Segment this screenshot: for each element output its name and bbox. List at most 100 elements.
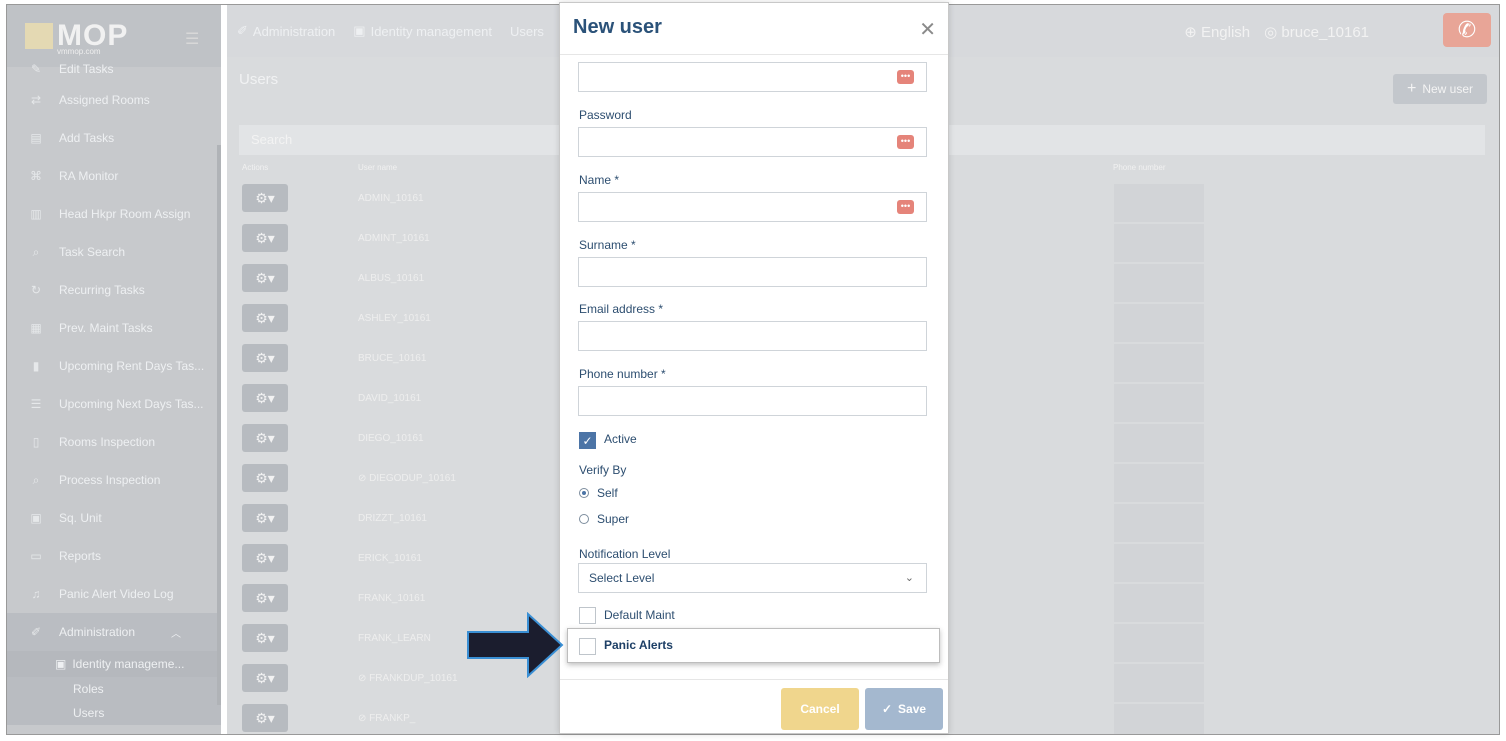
sidebar-item-users[interactable]: Users (7, 701, 221, 725)
panic-alerts-row[interactable]: Panic Alerts (567, 628, 940, 663)
gear-icon[interactable]: ⚙▾ (242, 344, 288, 372)
gear-icon[interactable]: ⚙▾ (242, 504, 288, 532)
sidebar-item-task-search[interactable]: ⌕ Task Search (7, 233, 221, 271)
phone-icon: ✆ (1457, 17, 1477, 42)
phone-label: Phone number * (579, 367, 666, 381)
user-menu[interactable]: ◎ bruce_10161 (1264, 23, 1369, 41)
sidebar-item-rooms-inspection[interactable]: ▯ Rooms Inspection (7, 423, 221, 461)
ban-icon: ⊘ (358, 713, 367, 724)
verify-super-radio[interactable] (579, 514, 589, 524)
phone-cell (1114, 544, 1204, 582)
name-field[interactable]: ••• (578, 192, 927, 222)
email-field[interactable] (578, 321, 927, 351)
breadcrumb-users[interactable]: Users (510, 24, 544, 39)
gear-icon[interactable]: ⚙▾ (242, 624, 288, 652)
sidebar-item-sq-unit[interactable]: ▣ Sq. Unit (7, 499, 221, 537)
sidebar-item-panic-video[interactable]: ♫ Panic Alert Video Log (7, 575, 221, 613)
sidebar-item-edit-tasks[interactable]: ✎ Edit Tasks (7, 57, 221, 81)
user-icon: ◎ (1264, 24, 1278, 41)
username-field[interactable]: ••• (578, 62, 927, 92)
gear-icon[interactable]: ⚙▾ (242, 264, 288, 292)
active-label: Active (604, 432, 637, 446)
sidebar-item-add-tasks[interactable]: ▤ Add Tasks (7, 119, 221, 157)
gear-icon[interactable]: ⚙▾ (242, 384, 288, 412)
breadcrumb-administration[interactable]: ✐ Administration (237, 23, 335, 39)
username-cell: ERICK_10161 (358, 553, 422, 564)
search-icon: ⌕ (32, 472, 40, 487)
grid-icon: ▣ (30, 511, 42, 525)
phone-cell (1114, 624, 1204, 662)
breadcrumb-identity[interactable]: ▣ Identity management (353, 23, 492, 39)
language-selector[interactable]: ⊕ English (1184, 23, 1250, 41)
chevron-down-icon: ⌄ (904, 572, 914, 584)
sidebar-item-label: Task Search (59, 245, 126, 259)
username-cell: ⊘ DIEGODUP_10161 (358, 473, 456, 484)
wrench-icon: ✐ (30, 625, 42, 639)
gear-icon[interactable]: ⚙▾ (242, 464, 288, 492)
password-manager-icon[interactable]: ••• (897, 135, 914, 149)
report-icon: ▭ (30, 549, 42, 563)
save-button[interactable]: ✓ Save (865, 688, 943, 730)
binoculars-icon: ⌘ (30, 169, 42, 183)
ban-icon: ⊘ (358, 473, 367, 484)
sidebar-item-administration[interactable]: ✐ Administration ︿ (7, 613, 221, 651)
sidebar-item-ra-monitor[interactable]: ⌘ RA Monitor (7, 157, 221, 195)
cancel-button[interactable]: Cancel (781, 688, 859, 730)
sidebar-item-recurring-tasks[interactable]: ↻ Recurring Tasks (7, 271, 221, 309)
sidebar-item-upcoming-next[interactable]: ☰ Upcoming Next Days Tas... (7, 385, 221, 423)
phone-cell (1114, 504, 1204, 542)
gear-icon[interactable]: ⚙▾ (242, 704, 288, 732)
phone-button[interactable]: ✆ (1443, 13, 1491, 47)
sidebar-item-label: Upcoming Rent Days Tas... (59, 359, 205, 373)
gear-icon[interactable]: ⚙▾ (242, 544, 288, 572)
panic-alerts-label: Panic Alerts (604, 638, 673, 652)
sidebar-item-label: Add Tasks (59, 131, 115, 145)
menu-icon[interactable]: ☰ (185, 29, 199, 49)
surname-field[interactable] (578, 257, 927, 287)
gear-icon[interactable]: ⚙▾ (242, 304, 288, 332)
list-icon: ☰ (30, 397, 42, 411)
gear-icon[interactable]: ⚙▾ (242, 584, 288, 612)
gear-icon[interactable]: ⚙▾ (242, 664, 288, 692)
username-cell: ADMINT_10161 (358, 233, 430, 244)
close-icon[interactable]: ✕ (919, 17, 936, 42)
check-icon: ✓ (582, 434, 593, 448)
sidebar-item-reports[interactable]: ▭ Reports (7, 537, 221, 575)
password-manager-icon[interactable]: ••• (897, 200, 914, 214)
new-user-button[interactable]: + New user (1393, 74, 1487, 104)
password-manager-icon[interactable]: ••• (897, 70, 914, 84)
username-cell: FRANK_10161 (358, 593, 426, 604)
sidebar-item-process-inspection[interactable]: ⌕ Process Inspection (7, 461, 221, 499)
default-maint-label: Default Maint (604, 608, 675, 622)
default-maint-checkbox[interactable] (579, 607, 596, 624)
phone-field[interactable] (578, 386, 927, 416)
phone-cell (1114, 704, 1204, 734)
gear-icon[interactable]: ⚙▾ (242, 224, 288, 252)
sidebar-item-assigned-rooms[interactable]: ⇄ Assigned Rooms (7, 81, 221, 119)
verify-label: Verify By (579, 463, 627, 477)
sidebar-item-head-hkpr[interactable]: ▥ Head Hkpr Room Assign (7, 195, 221, 233)
panic-alerts-checkbox[interactable] (579, 638, 596, 655)
gear-icon[interactable]: ⚙▾ (242, 184, 288, 212)
phone-cell (1114, 384, 1204, 422)
sidebar-item-roles[interactable]: Roles (7, 677, 221, 701)
notification-select[interactable]: Select Level ⌄ (578, 563, 927, 593)
sidebar-item-upcoming-rent[interactable]: ▮ Upcoming Rent Days Tas... (7, 347, 221, 385)
verify-super-label: Super (597, 512, 630, 526)
verify-self-radio[interactable] (579, 488, 589, 498)
arrow-pointer-icon (467, 612, 564, 678)
sidebar-item-prev-maint[interactable]: ▦ Prev. Maint Tasks (7, 309, 221, 347)
sidebar-item-label: Process Inspection (59, 473, 161, 487)
gear-icon[interactable]: ⚙▾ (242, 424, 288, 452)
sidebar-scrollbar[interactable] (217, 145, 221, 705)
sidebar-item-label: Prev. Maint Tasks (59, 321, 153, 335)
header-right: ⊕ English ◎ bruce_10161 (1184, 23, 1369, 41)
active-checkbox[interactable]: ✓ (579, 432, 596, 449)
new-user-label: New user (1422, 82, 1474, 96)
password-field[interactable]: ••• (578, 127, 927, 157)
phone-cell (1114, 224, 1204, 262)
sidebar-item-identity[interactable]: ▣ Identity manageme... (7, 651, 221, 677)
user-name: bruce_10161 (1281, 24, 1369, 41)
breadcrumb-label: Identity management (370, 23, 492, 39)
id-card-icon: ▣ (353, 23, 366, 38)
